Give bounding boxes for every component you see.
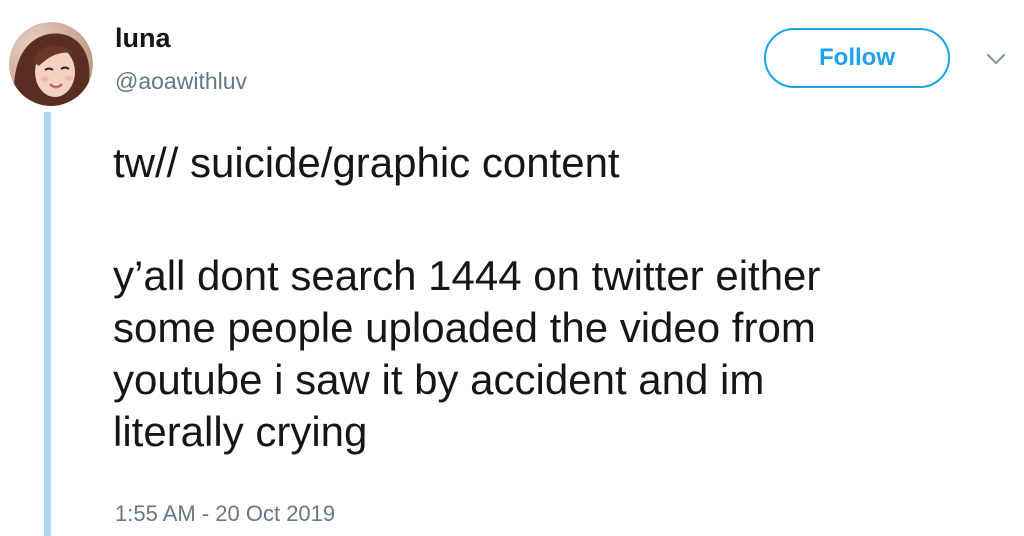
tweet-body-line: y’all dont search 1444 on twitter either: [113, 252, 821, 299]
avatar[interactable]: [9, 22, 93, 106]
follow-button[interactable]: Follow: [764, 28, 950, 88]
tweet-card: luna @aoawithluv Follow tw// suicide/gra…: [0, 0, 1024, 536]
thread-line: [44, 112, 51, 536]
display-name[interactable]: luna: [115, 22, 171, 54]
tweet-timestamp[interactable]: 1:55 AM - 20 Oct 2019: [115, 500, 335, 528]
user-handle[interactable]: @aoawithluv: [115, 67, 247, 95]
tweet-body-line: youtube i saw it by accident and im: [113, 356, 765, 403]
tweet-body-line: literally crying: [113, 408, 368, 455]
tweet-content-warning: tw// suicide/graphic content: [113, 139, 620, 186]
avatar-image: [9, 22, 93, 106]
tweet-body-line: some people uploaded the video from: [113, 304, 816, 351]
tweet-body: y’all dont search 1444 on twitter either…: [113, 250, 993, 458]
chevron-down-icon[interactable]: [986, 52, 1006, 66]
